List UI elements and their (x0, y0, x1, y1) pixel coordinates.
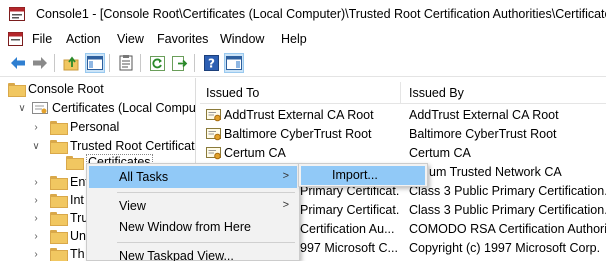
tree-item-label: Certificates (Local Compute (52, 101, 196, 115)
forward-icon[interactable] (30, 53, 50, 73)
submenu-arrow-icon: > (282, 170, 289, 182)
expand-chevron-icon[interactable]: › (30, 194, 42, 206)
issued-to-cell: Certum CA (224, 146, 286, 160)
tree-item-certificates-local-computer[interactable]: ∨ Certificates (Local Compute (16, 99, 196, 117)
table-row[interactable]: Certum CA Certum CA (200, 144, 606, 163)
menu-file[interactable]: File (30, 31, 54, 47)
show-hide-tree-icon[interactable] (85, 53, 105, 73)
column-divider[interactable] (400, 82, 401, 104)
tree-item-third-party[interactable]: › Th (30, 245, 85, 261)
tree-item-console-root[interactable]: Console Root (8, 80, 104, 98)
menu-item-import[interactable]: Import... (301, 166, 425, 185)
menu-separator (117, 192, 295, 193)
menu-view[interactable]: View (115, 31, 146, 47)
column-issued-by[interactable]: Issued By (403, 82, 464, 104)
certificate-icon (206, 109, 221, 122)
menu-item-new-window[interactable]: New Window from Here (89, 216, 297, 238)
folder-icon (50, 176, 68, 190)
tree-item-label: Personal (70, 120, 120, 134)
certificate-icon (206, 128, 221, 141)
menu-item-label: New Taskpad View... (119, 249, 234, 261)
folder-icon (50, 140, 68, 154)
issued-by-cell: AddTrust External CA Root (409, 108, 559, 122)
folder-icon (8, 83, 26, 97)
tree-item-label: Int (70, 193, 84, 207)
issued-by-cell: Class 3 Public Primary Certification... (409, 184, 606, 198)
issued-to-cell: Primary Certificat... (300, 203, 400, 217)
expand-chevron-icon[interactable]: › (30, 248, 42, 260)
menu-bar: File Action View Favorites Window Help (0, 28, 606, 50)
menu-item-label: All Tasks (119, 170, 169, 184)
tree-item-intermediate[interactable]: › Int (30, 191, 84, 209)
back-icon[interactable] (8, 53, 28, 73)
menu-item-all-tasks[interactable]: All Tasks > (89, 166, 297, 188)
tree-item-label: Un (70, 229, 86, 243)
issued-to-cell: 997 Microsoft C... (300, 241, 398, 255)
submenu-arrow-icon: > (282, 199, 289, 211)
folder-icon (50, 230, 68, 244)
table-row[interactable]: AddTrust External CA Root AddTrust Exter… (200, 106, 606, 125)
mmc-app-icon (9, 7, 25, 21)
issued-by-cell: Certum CA (409, 146, 471, 160)
toolbar-separator (140, 54, 141, 72)
menu-help[interactable]: Help (279, 31, 309, 47)
collapse-chevron-icon[interactable]: ∨ (30, 140, 42, 152)
folder-icon (66, 156, 84, 170)
tree-item-untrusted[interactable]: › Un (30, 227, 86, 245)
folder-icon (50, 194, 68, 208)
expand-chevron-icon[interactable]: › (30, 212, 42, 224)
toolbar-separator (54, 54, 55, 72)
tree-item-label: Th (70, 247, 85, 261)
menu-separator (117, 242, 295, 243)
all-tasks-submenu: Import... (298, 163, 428, 187)
folder-icon (50, 212, 68, 226)
issued-by-cell: COMODO RSA Certification Authorit... (409, 222, 606, 236)
expand-chevron-icon[interactable]: › (30, 230, 42, 242)
show-hide-action-pane-icon[interactable] (224, 53, 244, 73)
menu-item-new-taskpad-view[interactable]: New Taskpad View... (89, 245, 297, 261)
folder-icon (50, 121, 68, 135)
menu-item-label: Import... (332, 168, 378, 182)
help-icon[interactable]: ? (201, 53, 221, 73)
issued-to-cell: Certification Au... (300, 222, 395, 236)
tree-item-enterprise-trust[interactable]: › Ent (30, 173, 89, 191)
collapse-chevron-icon[interactable]: ∨ (16, 102, 28, 114)
properties-icon[interactable] (116, 53, 136, 73)
up-folder-icon[interactable] (61, 53, 81, 73)
menu-action[interactable]: Action (64, 31, 103, 47)
expand-chevron-icon[interactable]: › (30, 121, 42, 133)
menu-favorites[interactable]: Favorites (155, 31, 210, 47)
export-list-icon[interactable] (170, 53, 190, 73)
menu-item-label: New Window from Here (119, 220, 251, 234)
window-title: Console1 - [Console Root\Certificates (L… (36, 7, 606, 21)
title-bar: Console1 - [Console Root\Certificates (L… (0, 0, 606, 28)
list-header: Issued To Issued By (200, 82, 606, 104)
menu-item-view[interactable]: View > (89, 195, 297, 217)
tree-item-personal[interactable]: › Personal (30, 118, 119, 136)
certificate-icon (206, 147, 221, 160)
menu-item-label: View (119, 199, 146, 213)
svg-text:?: ? (208, 57, 215, 71)
table-row[interactable]: Baltimore CyberTrust Root Baltimore Cybe… (200, 125, 606, 144)
certificates-snapin-icon (32, 101, 48, 114)
console-menu-icon[interactable] (8, 32, 23, 46)
tree-item-label: Trusted Root Certificatio (70, 139, 196, 153)
menu-window[interactable]: Window (218, 31, 266, 47)
toolbar-separator (109, 54, 110, 72)
issued-by-cell: Baltimore CyberTrust Root (409, 127, 557, 141)
tree-item-label: Console Root (28, 82, 104, 96)
issued-by-cell: um Trusted Network CA (429, 165, 562, 179)
expand-chevron-icon[interactable]: › (30, 176, 42, 188)
tree-item-trusted-publishers[interactable]: › Tru (30, 209, 88, 227)
toolbar-separator (194, 54, 195, 72)
column-issued-to[interactable]: Issued To (200, 82, 259, 104)
refresh-icon[interactable] (147, 53, 167, 73)
issued-by-cell: Class 3 Public Primary Certification... (409, 203, 606, 217)
issued-by-cell: Copyright (c) 1997 Microsoft Corp. (409, 241, 601, 255)
folder-icon (50, 248, 68, 261)
context-menu: All Tasks > View > New Window from Here … (86, 163, 300, 261)
issued-to-cell: AddTrust External CA Root (224, 108, 374, 122)
issued-to-cell: Baltimore CyberTrust Root (224, 127, 372, 141)
toolbar: ? (0, 50, 606, 77)
